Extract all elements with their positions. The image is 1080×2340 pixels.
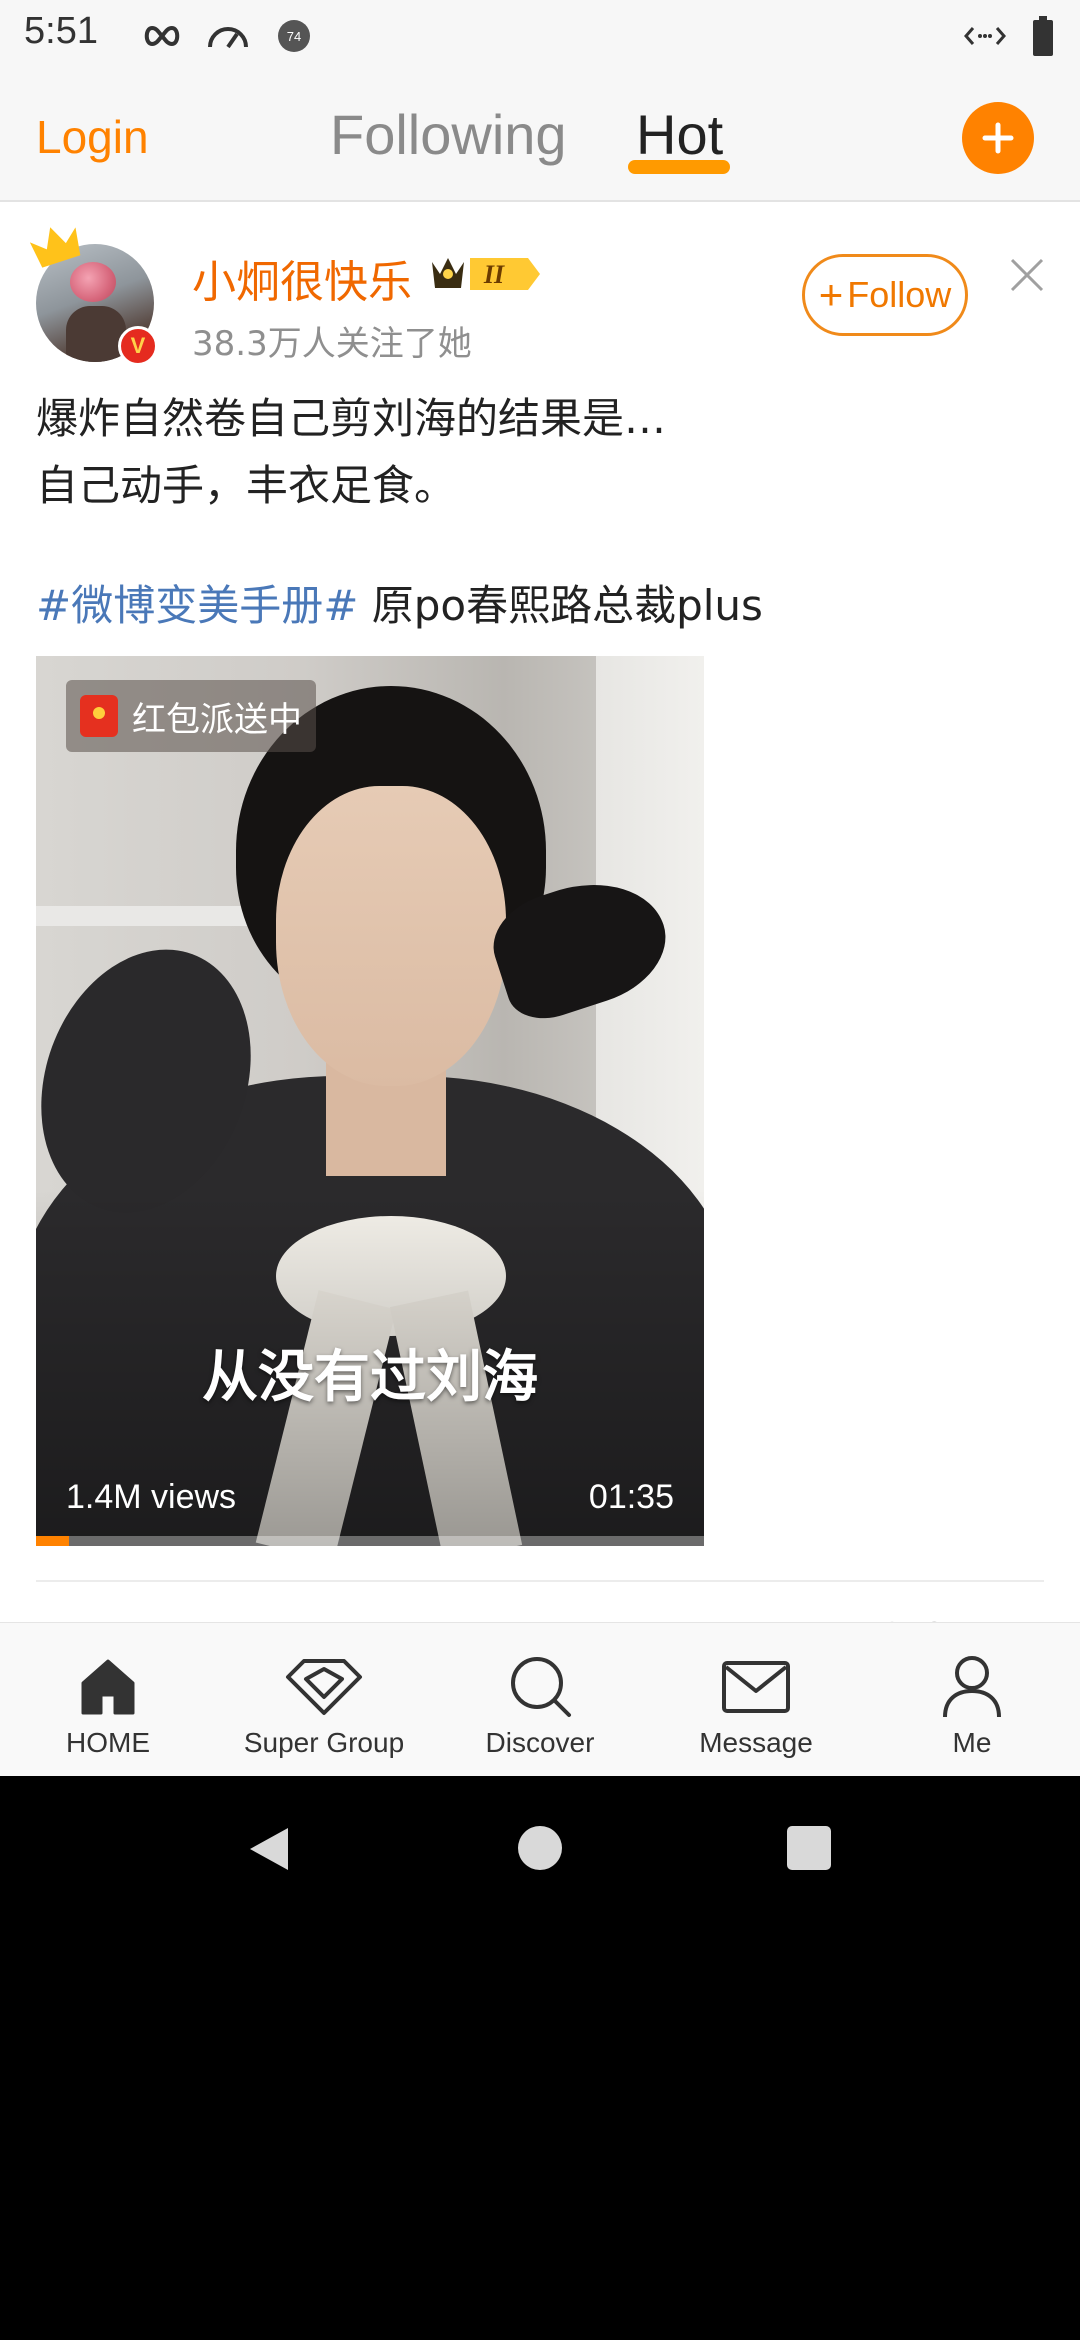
post-text-line3: #微博变美手册# 原po春熙路总裁plus (36, 572, 763, 633)
tab-message-icon-wrap (648, 1653, 864, 1721)
post-text-line2: 自己动手，丰衣足食。 (36, 461, 457, 510)
tab-me-icon-wrap (864, 1653, 1080, 1721)
follow-button[interactable]: + Follow (802, 254, 968, 336)
tab-home-icon-wrap (0, 1653, 216, 1721)
tab-super-group-icon-wrap (216, 1653, 432, 1721)
top-nav: Login Following Hot (0, 72, 1080, 202)
data-arrows-icon (962, 14, 1008, 58)
tab-me-label: Me (952, 1727, 992, 1758)
red-packet-icon (80, 695, 118, 737)
vip-crown-badge-icon: II (432, 258, 540, 290)
badge-number: 74 (287, 29, 301, 44)
tab-discover-label: Discover (485, 1727, 595, 1758)
follow-label: Follow (847, 274, 952, 315)
tab-following[interactable]: Following (330, 102, 567, 167)
status-time: 5:51 (24, 10, 98, 52)
tab-super-group-label: Super Group (243, 1727, 405, 1758)
red-packet-tag[interactable]: 红包派送中 (66, 680, 316, 752)
recents-square-icon[interactable] (787, 1826, 831, 1870)
close-icon[interactable] (1006, 254, 1048, 296)
video-progress-bar[interactable] (36, 1536, 704, 1546)
back-icon[interactable] (244, 1824, 294, 1874)
tab-home[interactable]: HOME (0, 1623, 216, 1776)
tab-discover[interactable]: Discover (432, 1623, 648, 1776)
avatar-figure (66, 306, 126, 362)
tab-hot[interactable]: Hot (636, 102, 723, 167)
home-circle-icon[interactable] (518, 1826, 562, 1870)
system-nav-bar (0, 1776, 1080, 1920)
login-link[interactable]: Login (36, 110, 149, 164)
tab-message-label: Message (699, 1727, 813, 1758)
notification-badge-icon: 74 (276, 14, 312, 58)
active-tab-indicator (628, 160, 730, 174)
author-name[interactable]: 小炯很快乐 (192, 246, 412, 310)
video-player[interactable]: 红包派送中 从没有过刘海 1.4M views 01:35 (36, 656, 704, 1546)
vip-level: II (483, 260, 505, 289)
post-text-line1: 爆炸自然卷自己剪刘海的结果是… (36, 394, 667, 443)
follow-plus-icon: + (818, 271, 844, 318)
verified-badge-icon: V (118, 326, 158, 366)
video-progress-fill (36, 1536, 70, 1546)
tab-me[interactable]: Me (864, 1623, 1080, 1776)
avatar-flowers (70, 262, 116, 302)
author-avatar[interactable]: V (30, 227, 158, 366)
followers-count: 38.3万人关注了她 (192, 324, 472, 364)
search-icon (511, 1657, 571, 1717)
bottom-tab-bar: HOME Super Group Discover Message Me (0, 1622, 1080, 1776)
compose-button[interactable] (962, 102, 1034, 174)
post-text-rest: 原po春熙路总裁plus (358, 581, 763, 630)
video-views: 1.4M views (66, 1478, 237, 1516)
plus-icon (982, 122, 1014, 154)
battery-icon (1030, 14, 1056, 58)
tab-discover-icon-wrap (432, 1653, 648, 1721)
speedometer-icon (204, 14, 252, 58)
post-divider (36, 1580, 1044, 1582)
topic-hashtag-link[interactable]: #微博变美手册# (36, 581, 358, 630)
red-packet-label: 红包派送中 (132, 699, 302, 740)
envelope-icon (722, 1661, 790, 1713)
person-icon (943, 1656, 1001, 1718)
home-icon (81, 1659, 135, 1715)
tab-home-label: HOME (66, 1727, 150, 1758)
video-duration: 01:35 (588, 1478, 674, 1516)
video-subtitle: 从没有过刘海 (202, 1345, 538, 1410)
tab-super-group[interactable]: Super Group (216, 1623, 432, 1776)
weibo-screen: 5:51 74 Login Following Hot V 小炯很快乐 II 3… (0, 0, 1080, 1776)
crown-icon (30, 227, 81, 268)
tab-message[interactable]: Message (648, 1623, 864, 1776)
diamond-icon (286, 1659, 362, 1715)
status-bar: 5:51 74 (0, 0, 1080, 72)
infinity-icon (140, 14, 184, 58)
